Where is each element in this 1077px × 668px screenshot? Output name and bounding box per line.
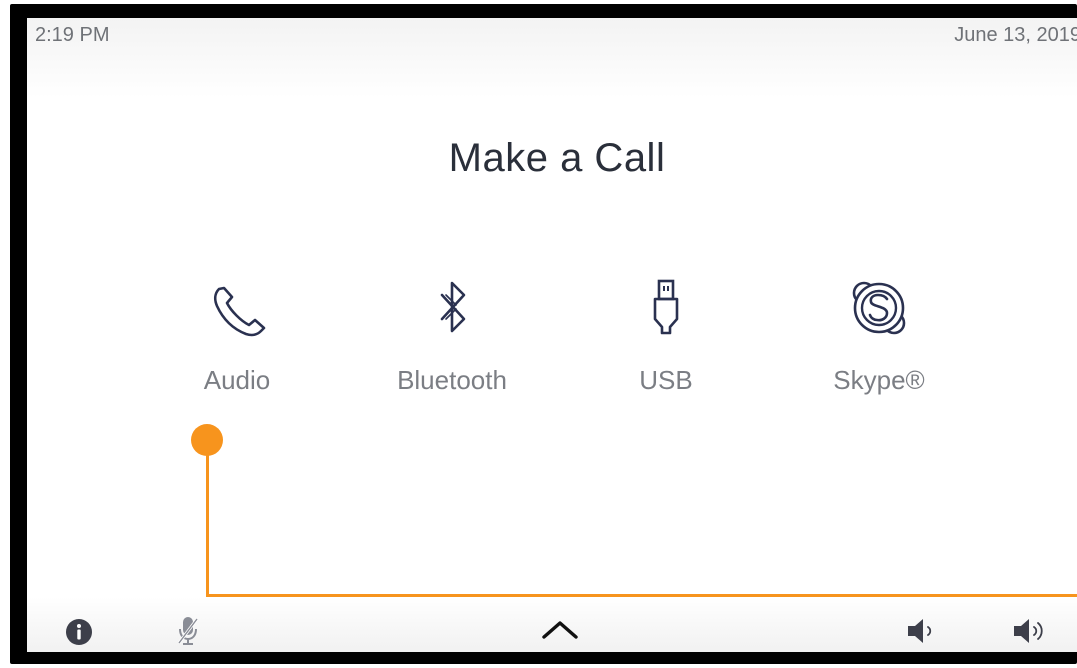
- usb-icon: [653, 279, 679, 335]
- device-bezel: 2:19 PM June 13, 2019 Make a Call Audio …: [10, 4, 1077, 664]
- volume-up-icon[interactable]: [1011, 616, 1051, 646]
- skype-label: Skype®: [833, 365, 925, 395]
- bluetooth-label: Bluetooth: [397, 365, 507, 395]
- info-icon[interactable]: [65, 618, 93, 646]
- microphone-muted-icon[interactable]: [177, 615, 199, 647]
- skype-icon: [852, 281, 906, 335]
- skype-option-button[interactable]: Skype®: [789, 273, 969, 408]
- status-time: 2:19 PM: [35, 24, 110, 46]
- audio-label: Audio: [203, 365, 271, 395]
- touch-screen: 2:19 PM June 13, 2019 Make a Call Audio …: [27, 18, 1077, 652]
- usb-label: USB: [639, 365, 693, 395]
- usb-option-button[interactable]: USB: [576, 273, 756, 408]
- bluetooth-icon: [440, 281, 466, 333]
- status-date: June 13, 2019: [954, 24, 1077, 46]
- status-bar: 2:19 PM June 13, 2019: [27, 18, 1077, 98]
- chevron-up-icon[interactable]: [540, 615, 580, 643]
- page-title: Make a Call: [448, 136, 666, 180]
- phone-icon: [213, 286, 266, 337]
- audio-option-button[interactable]: Audio: [147, 273, 327, 408]
- bluetooth-option-button[interactable]: Bluetooth: [362, 273, 542, 408]
- volume-down-icon[interactable]: [905, 616, 939, 646]
- callout-line-vertical: [206, 450, 209, 596]
